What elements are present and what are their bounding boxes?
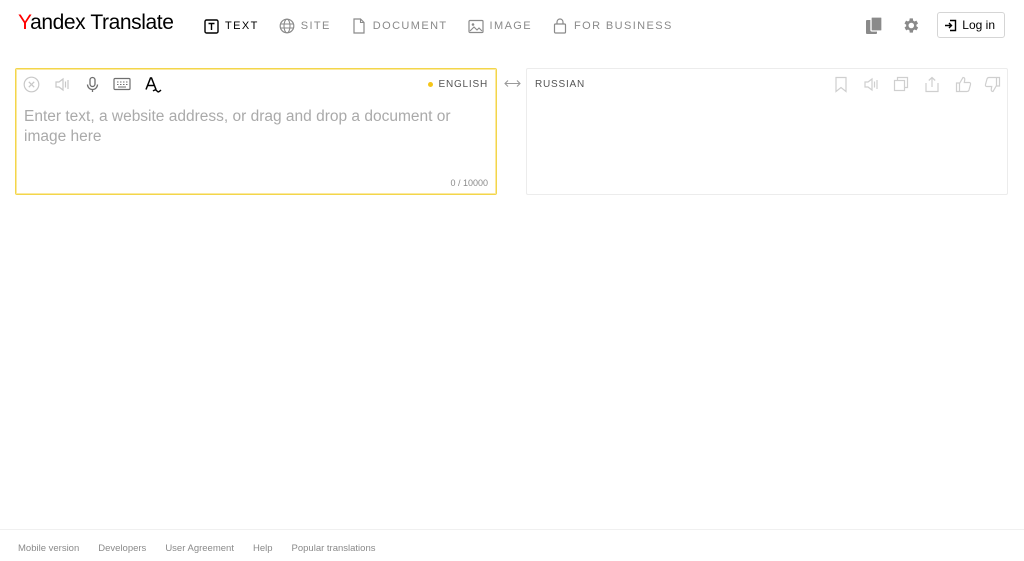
nav-text-label: TEXT [225, 20, 259, 32]
nav-for-business-label: FOR BUSINESS [574, 20, 673, 32]
keyboard-icon[interactable] [113, 75, 131, 93]
bookmark-icon[interactable] [832, 75, 850, 93]
speaker-icon[interactable] [53, 75, 71, 93]
logo-letter-y: Y [18, 11, 31, 34]
gear-icon[interactable] [897, 12, 923, 38]
footer-link-developers[interactable]: Developers [98, 543, 146, 554]
footer-link-user-agreement[interactable]: User Agreement [165, 543, 234, 554]
header-actions: Log in [861, 12, 1005, 38]
character-counter: 0 / 10000 [450, 178, 488, 188]
source-language-selector[interactable]: ENGLISH [428, 79, 488, 90]
nav-document-label: DOCUMENT [372, 20, 448, 32]
swap-languages-icon[interactable] [503, 76, 521, 90]
spellcheck-icon[interactable] [144, 75, 162, 93]
nav-for-business[interactable]: FOR BUSINESS [551, 17, 673, 35]
document-icon [350, 17, 368, 35]
nav-site[interactable]: SITE [278, 17, 331, 35]
source-toolbar: ENGLISH [16, 69, 496, 99]
yandex-translate-logo[interactable]: Yandex Translate [18, 11, 174, 35]
footer: Mobile version Developers User Agreement… [0, 529, 1024, 561]
nav-text[interactable]: TEXT [202, 17, 259, 35]
source-language-label: ENGLISH [438, 79, 488, 90]
clear-icon[interactable] [22, 75, 40, 93]
share-icon[interactable] [923, 75, 941, 93]
logo-product: Translate [85, 11, 174, 34]
nav-site-label: SITE [300, 20, 331, 32]
login-icon [944, 19, 957, 32]
thumbs-down-icon[interactable] [983, 75, 1001, 93]
target-language-selector[interactable]: RUSSIAN [535, 79, 585, 90]
nav-document[interactable]: DOCUMENT [350, 17, 448, 35]
copy-icon[interactable] [892, 75, 910, 93]
footer-link-help[interactable]: Help [253, 543, 273, 554]
header: Yandex Translate TEXT SITE DOCUMENT IMAG… [0, 0, 1024, 52]
microphone-icon[interactable] [83, 75, 101, 93]
source-text-input[interactable] [24, 107, 484, 177]
globe-icon [278, 17, 296, 35]
lock-bag-icon [551, 17, 569, 35]
nav-image-label: IMAGE [489, 20, 532, 32]
main-nav: TEXT SITE DOCUMENT IMAGE FOR BUSINESS [202, 17, 692, 35]
target-toolbar: RUSSIAN [527, 69, 1007, 99]
login-button[interactable]: Log in [937, 12, 1005, 38]
collections-icon[interactable] [861, 12, 887, 38]
footer-link-popular-translations[interactable]: Popular translations [292, 543, 376, 554]
footer-links: Mobile version Developers User Agreement… [18, 543, 394, 554]
language-indicator-dot [428, 82, 434, 87]
text-icon [202, 17, 220, 35]
logo-brand: andex [30, 11, 86, 34]
login-label: Log in [962, 18, 995, 32]
target-panel: RUSSIAN [526, 68, 1008, 195]
nav-image[interactable]: IMAGE [467, 17, 532, 35]
image-icon [467, 17, 485, 35]
speaker-icon[interactable] [862, 75, 880, 93]
footer-link-mobile-version[interactable]: Mobile version [18, 543, 79, 554]
source-panel: ENGLISH 0 / 10000 [15, 68, 497, 195]
thumbs-up-icon[interactable] [954, 75, 972, 93]
